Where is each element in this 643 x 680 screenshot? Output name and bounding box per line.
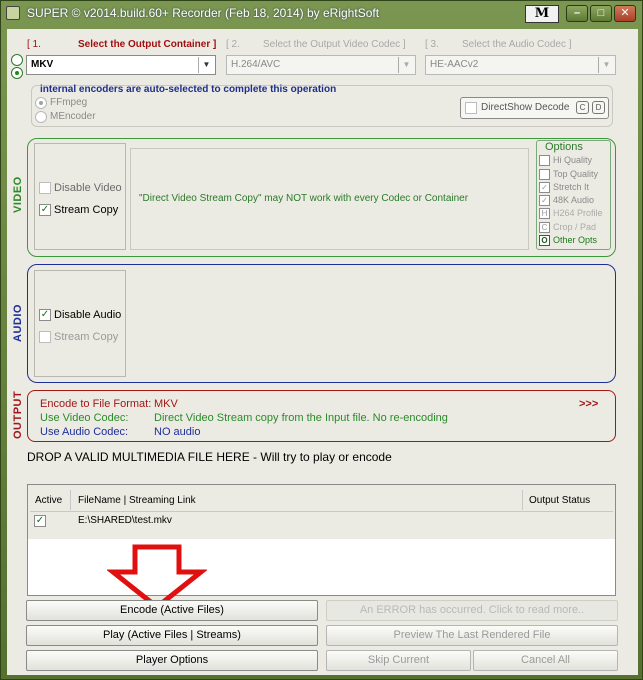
video-side-label: VIDEO [12, 176, 24, 213]
output-video-codec-value: Direct Video Stream copy from the Input … [154, 412, 448, 424]
m-button[interactable]: M [525, 5, 559, 23]
window-title: SUPER © v2014.build.60+ Recorder (Feb 18… [27, 6, 380, 20]
audio-toggle-box [34, 270, 126, 377]
close-icon[interactable]: ✕ [614, 5, 636, 22]
audio-stream-copy-checkbox[interactable] [39, 331, 51, 343]
options-title: Options [545, 141, 583, 153]
disable-audio-checkbox[interactable]: ✓ [39, 309, 51, 321]
other-opts-label: Other Opts [553, 235, 598, 245]
top-quality-checkbox[interactable] [539, 169, 550, 180]
crop-pad-label: Crop / Pad [553, 222, 597, 232]
hi-quality-label: Hi Quality [553, 155, 593, 165]
col-status[interactable]: Output Status [529, 495, 590, 506]
col-active[interactable]: Active [35, 495, 62, 506]
preview-button[interactable]: Preview The Last Rendered File [326, 625, 618, 646]
video-codec-select[interactable]: H.264/AVC ▼ [226, 55, 416, 75]
output-format-value: MKV [154, 398, 178, 410]
chevron-down-icon[interactable]: ▼ [398, 57, 414, 73]
step3-number: [ 3. [425, 39, 439, 50]
step1-header: Select the Output Container ] [78, 39, 217, 50]
container-value: MKV [31, 59, 54, 70]
play-button[interactable]: Play (Active Files | Streams) [26, 625, 318, 646]
row-filename: E:\SHARED\test.mkv [78, 515, 172, 526]
disable-audio-label: Disable Audio [54, 309, 122, 321]
output-more-link[interactable]: >>> [579, 398, 598, 410]
video-message-box: "Direct Video Stream Copy" may NOT work … [130, 148, 529, 250]
step2-number: [ 2. [226, 39, 240, 50]
ffmpeg-label: FFmpeg [50, 97, 88, 108]
output-audio-codec-label: Use Audio Codec: [40, 426, 129, 438]
error-message-button[interactable]: An ERROR has occurred. Click to read mor… [326, 600, 618, 621]
directshow-c-button[interactable]: C [576, 101, 589, 114]
row-active-checkbox[interactable]: ✓ [34, 515, 46, 527]
header-divider [30, 511, 613, 512]
drop-zone-message[interactable]: DROP A VALID MULTIMEDIA FILE HERE - Will… [27, 450, 392, 464]
audio-codec-select[interactable]: HE-AACv2 ▼ [425, 55, 616, 75]
48k-audio-checkbox[interactable]: ✓ [539, 195, 550, 206]
encoders-header: internal encoders are auto-selected to c… [40, 84, 337, 95]
directshow-box[interactable]: DirectShow Decode C D [460, 97, 609, 119]
player-options-button[interactable]: Player Options [26, 650, 318, 671]
output-format-label: Encode to File Format: [40, 398, 152, 410]
video-message: "Direct Video Stream Copy" may NOT work … [139, 193, 469, 204]
directshow-label: DirectShow Decode [481, 102, 570, 113]
video-toggle-box [34, 143, 126, 250]
encode-button[interactable]: Encode (Active Files) [26, 600, 318, 621]
output-audio-codec-value: NO audio [154, 426, 201, 438]
container-select[interactable]: MKV ▼ [26, 55, 216, 75]
title-bar[interactable]: SUPER © v2014.build.60+ Recorder (Feb 18… [1, 1, 642, 25]
stream-copy-checkbox[interactable]: ✓ [39, 204, 51, 216]
col-divider [522, 490, 523, 510]
audio-side-label: AUDIO [12, 304, 24, 342]
app-window: SUPER © v2014.build.60+ Recorder (Feb 18… [0, 0, 643, 680]
step2-header: Select the Output Video Codec ] [263, 39, 406, 50]
main-client-area: [ 1. Select the Output Container ] [ 2. … [7, 29, 638, 675]
video-codec-value: H.264/AVC [231, 59, 281, 70]
maximize-icon[interactable]: □ [590, 5, 612, 22]
radio-top[interactable] [11, 54, 23, 66]
step1-number: [ 1. [27, 39, 41, 50]
cancel-all-button[interactable]: Cancel All [473, 650, 618, 671]
table-row[interactable]: ✓ E:\SHARED\test.mkv [30, 513, 613, 529]
mencoder-label: MEncoder [50, 111, 96, 122]
other-opts-button[interactable]: O [539, 235, 550, 246]
mencoder-radio[interactable] [35, 111, 47, 123]
ffmpeg-radio[interactable] [35, 97, 47, 109]
stream-copy-label: Stream Copy [54, 204, 119, 216]
app-icon [6, 6, 20, 20]
audio-stream-copy-label: Stream Copy [54, 331, 119, 343]
minimize-icon[interactable]: – [566, 5, 588, 22]
stretch-checkbox[interactable]: ✓ [539, 182, 550, 193]
step3-header: Select the Audio Codec ] [462, 39, 572, 50]
h264-profile-button[interactable]: H [539, 208, 550, 219]
col-filename[interactable]: FileName | Streaming Link [78, 495, 196, 506]
directshow-d-button[interactable]: D [592, 101, 605, 114]
radio-bottom[interactable] [11, 67, 23, 79]
48k-audio-label: 48K Audio [553, 195, 595, 205]
chevron-down-icon[interactable]: ▼ [598, 57, 614, 73]
chevron-down-icon[interactable]: ▼ [198, 57, 214, 73]
col-divider [70, 490, 71, 510]
h264-profile-label: H264 Profile [553, 208, 603, 218]
directshow-checkbox[interactable] [465, 102, 477, 114]
disable-video-label: Disable Video [54, 182, 122, 194]
crop-pad-button[interactable]: C [539, 222, 550, 233]
table-header-area [28, 485, 615, 539]
stretch-label: Stretch It [553, 182, 590, 192]
output-video-codec-label: Use Video Codec: [40, 412, 129, 424]
skip-current-button[interactable]: Skip Current [326, 650, 471, 671]
audio-codec-value: HE-AACv2 [430, 59, 479, 70]
output-side-label: OUTPUT [12, 390, 24, 439]
disable-video-checkbox[interactable] [39, 182, 51, 194]
top-quality-label: Top Quality [553, 169, 599, 179]
hi-quality-checkbox[interactable] [539, 155, 550, 166]
